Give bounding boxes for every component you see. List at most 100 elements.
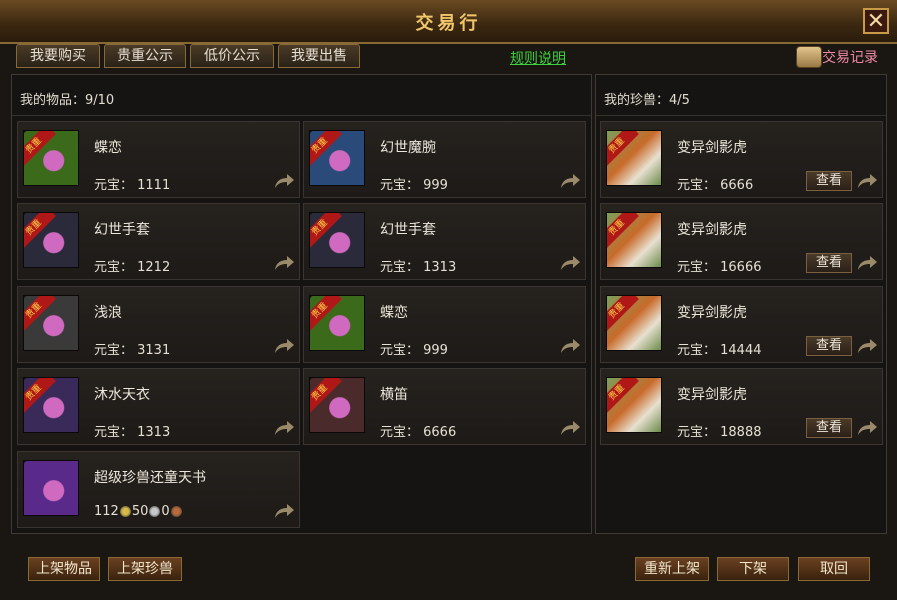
valuable-badge: 贵重 — [24, 131, 56, 168]
item-price: 元宝： 1313 — [380, 260, 457, 275]
gauntlet-icon: 贵重 — [23, 212, 79, 268]
valuable-badge: 贵重 — [607, 131, 639, 168]
item-card[interactable]: 贵重 蝶恋元宝： 1111 — [17, 121, 300, 198]
share-arrow-icon[interactable] — [559, 255, 581, 271]
item-card[interactable]: 贵重 浅浪元宝： 3131 — [17, 286, 300, 363]
tab-lowprice-notice[interactable]: 低价公示 — [190, 44, 274, 68]
pet-price: 元宝： 16666 — [677, 260, 762, 275]
item-name: 幻世手套 — [380, 222, 436, 238]
item-price: 元宝： 1212 — [94, 260, 171, 275]
retrieve-button[interactable]: 取回 — [798, 557, 870, 581]
item-name: 蝶恋 — [94, 140, 122, 156]
item-name: 幻世魔腕 — [380, 140, 436, 156]
share-arrow-icon[interactable] — [559, 173, 581, 189]
window-titlebar: 交易行 ✕ — [0, 0, 897, 44]
pet-card[interactable]: 贵重 变异剑影虎 元宝： 6666 查看 — [600, 121, 883, 198]
tiger-pet-icon: 贵重 — [606, 377, 662, 433]
item-card[interactable]: 贵重 横笛元宝： 6666 — [303, 368, 586, 445]
my-pets-count: 我的珍兽：4/5 — [604, 93, 690, 108]
item-card[interactable]: 贵重 幻世手套元宝： 1212 — [17, 203, 300, 280]
valuable-badge: 贵重 — [24, 213, 56, 250]
share-arrow-icon[interactable] — [856, 255, 878, 271]
share-arrow-icon[interactable] — [856, 338, 878, 354]
gauntlet-icon: 贵重 — [309, 212, 365, 268]
item-card[interactable]: 超级珍兽还童天书 112 50 0 — [17, 451, 300, 528]
delist-button[interactable]: 下架 — [717, 557, 789, 581]
item-name: 幻世手套 — [94, 222, 150, 238]
tab-sell[interactable]: 我要出售 — [278, 44, 360, 68]
valuable-badge: 贵重 — [310, 131, 342, 168]
price-amount: 0 — [161, 504, 170, 519]
valuable-badge: 贵重 — [310, 378, 342, 415]
item-card[interactable]: 贵重 沐水天衣 元宝： 1313 — [17, 368, 300, 445]
item-price: 元宝： 999 — [380, 343, 448, 358]
valuable-badge: 贵重 — [24, 378, 56, 415]
pet-card[interactable]: 贵重 变异剑影虎元宝： 18888 查看 — [600, 368, 883, 445]
pet-price: 元宝： 18888 — [677, 425, 762, 440]
share-arrow-icon[interactable] — [856, 173, 878, 189]
item-price: 元宝： 6666 — [380, 425, 457, 440]
view-pet-button[interactable]: 查看 — [806, 418, 852, 438]
pink-gem-pendant-icon: 贵重 — [309, 295, 365, 351]
tiger-pet-icon: 贵重 — [606, 295, 662, 351]
silver-coin-icon — [149, 506, 161, 517]
share-arrow-icon[interactable] — [559, 338, 581, 354]
share-arrow-icon[interactable] — [559, 420, 581, 436]
item-price: 元宝： 999 — [380, 178, 448, 193]
pet-name: 变异剑影虎 — [677, 222, 747, 238]
close-button[interactable]: ✕ — [863, 8, 889, 34]
valuable-badge: 贵重 — [607, 213, 639, 250]
valuable-badge: 贵重 — [310, 213, 342, 250]
share-arrow-icon[interactable] — [273, 255, 295, 271]
my-items-count: 我的物品：9/10 — [20, 93, 115, 108]
tiger-pet-icon: 贵重 — [606, 212, 662, 268]
view-pet-button[interactable]: 查看 — [806, 253, 852, 273]
item-name: 蝶恋 — [380, 305, 408, 321]
share-arrow-icon[interactable] — [273, 503, 295, 519]
view-pet-button[interactable]: 查看 — [806, 171, 852, 191]
item-card[interactable]: 贵重 蝶恋元宝： 999 — [303, 286, 586, 363]
item-card[interactable]: 贵重 幻世魔腕元宝： 999 — [303, 121, 586, 198]
valuable-badge: 贵重 — [24, 296, 56, 333]
copper-coin-icon — [170, 506, 182, 517]
pink-gem-pendant-icon: 贵重 — [23, 130, 79, 186]
view-pet-button[interactable]: 查看 — [806, 336, 852, 356]
valuable-badge: 贵重 — [607, 378, 639, 415]
flute-ring-icon: 贵重 — [309, 377, 365, 433]
item-name: 浅浪 — [94, 305, 122, 321]
pet-price: 元宝： 14444 — [677, 343, 762, 358]
tab-valuable-notice[interactable]: 贵重公示 — [104, 44, 186, 68]
item-price: 112 50 0 — [94, 504, 183, 519]
pet-name: 变异剑影虎 — [677, 305, 747, 321]
pet-name: 变异剑影虎 — [677, 140, 747, 156]
armor-robe-icon: 贵重 — [23, 377, 79, 433]
list-item-button[interactable]: 上架物品 — [28, 557, 100, 581]
scroll-charm-icon: 贵重 — [23, 295, 79, 351]
item-name: 横笛 — [380, 387, 408, 403]
price-amount: 50 — [131, 504, 149, 519]
rules-link[interactable]: 规则说明 — [510, 48, 566, 68]
bracer-icon: 贵重 — [309, 130, 365, 186]
item-card[interactable]: 贵重 幻世手套元宝： 1313 — [303, 203, 586, 280]
share-arrow-icon[interactable] — [273, 338, 295, 354]
tiger-pet-icon: 贵重 — [606, 130, 662, 186]
pet-card[interactable]: 贵重 变异剑影虎元宝： 14444 查看 — [600, 286, 883, 363]
share-arrow-icon[interactable] — [273, 420, 295, 436]
item-price: 元宝： 3131 — [94, 343, 171, 358]
trade-records-label: 交易记录 — [822, 50, 878, 66]
gold-coin-icon — [119, 506, 131, 517]
purple-book-icon — [23, 460, 79, 516]
scroll-icon — [796, 46, 822, 68]
tab-buy[interactable]: 我要购买 — [16, 44, 100, 68]
my-items-header: 我的物品：9/10 — [12, 75, 591, 116]
item-price: 元宝： 1111 — [94, 178, 171, 193]
item-price: 元宝： 1313 — [94, 425, 171, 440]
pet-card[interactable]: 贵重 变异剑影虎元宝： 16666 查看 — [600, 203, 883, 280]
share-arrow-icon[interactable] — [273, 173, 295, 189]
price-amount: 112 — [94, 504, 119, 519]
list-pet-button[interactable]: 上架珍兽 — [108, 557, 182, 581]
my-pets-header: 我的珍兽：4/5 — [596, 75, 886, 116]
share-arrow-icon[interactable] — [856, 420, 878, 436]
relist-button[interactable]: 重新上架 — [635, 557, 709, 581]
pet-name: 变异剑影虎 — [677, 387, 747, 403]
